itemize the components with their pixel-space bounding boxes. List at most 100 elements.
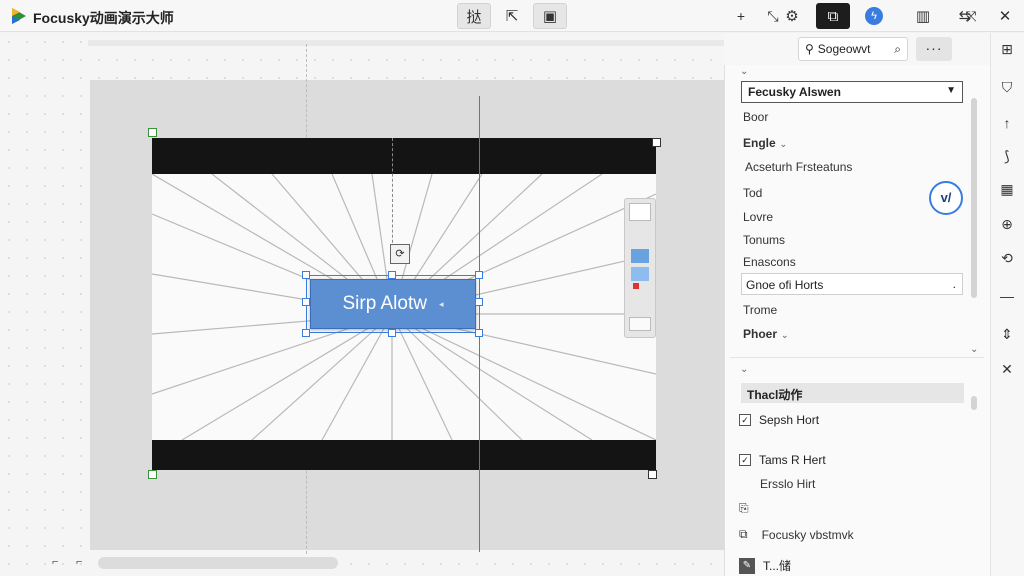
slide-corner-handle-bl[interactable] (148, 470, 157, 479)
lightning-button[interactable]: ϟ (857, 3, 891, 29)
close-icon: ✕ (998, 8, 1012, 25)
panel-field[interactable]: Gnoe ofi Horts . (741, 273, 963, 295)
resize-handle-tl[interactable] (302, 271, 310, 279)
vt-close-button[interactable]: ✕ (996, 358, 1018, 380)
icon-row-0[interactable]: ⎘ (739, 501, 763, 516)
icon-row-1[interactable]: ⧉ Focusky vbstmvk (739, 527, 854, 542)
field-dot: . (952, 277, 956, 291)
panel-scrollbar[interactable] (971, 98, 977, 298)
slide-bottom-bar (152, 440, 656, 470)
section-collapse-icon[interactable]: ⌄ (740, 364, 748, 375)
anchor-icon: 挞 (466, 8, 482, 26)
vt-rotate-button[interactable]: ⟲ (996, 247, 1018, 269)
arrow-icon: ⇱ (505, 8, 519, 25)
actions-section-header[interactable]: Thacl动作 (741, 383, 964, 403)
widget-bottom-box[interactable] (629, 317, 651, 331)
vt-line-button[interactable]: — (996, 285, 1018, 307)
vt-align-button[interactable]: ⇕ (996, 323, 1018, 345)
check-row-1[interactable]: ✓ Tams R Hert (739, 453, 826, 467)
scroll-right-icon[interactable]: ⌐ (76, 556, 82, 568)
panel-row-1[interactable]: Engle ⌄ (743, 136, 787, 150)
slide-corner-handle-tr[interactable] (652, 138, 661, 147)
preset-dropdown[interactable]: Fecusky Alswen ▼ (741, 81, 963, 103)
collapse-button[interactable]: ⤡ (762, 4, 784, 28)
checkbox[interactable]: ✓ (739, 414, 751, 426)
panel-row-5[interactable]: Tonums (743, 233, 785, 247)
user-icon: ⚲ (805, 42, 814, 56)
slide-side-widget[interactable] (624, 198, 656, 338)
add-button[interactable]: + (730, 4, 752, 28)
expand-button[interactable]: ⤧ (960, 4, 982, 28)
field-value: Gnoe ofi Horts (746, 278, 824, 292)
checkbox[interactable]: ✓ (739, 454, 751, 466)
panel-row-0[interactable]: Boor (743, 110, 768, 124)
close-window-button[interactable]: ✕ (988, 3, 1022, 29)
panel-row-6[interactable]: Enascons (743, 255, 796, 269)
widget-lightblue-swatch[interactable] (631, 267, 649, 281)
cta-mini-icon: ◂ (438, 298, 444, 309)
resize-handle-tr[interactable] (475, 271, 483, 279)
panel-row-8[interactable]: Phoer ⌄ (743, 327, 789, 341)
vt-curve-button[interactable]: ⟆ (996, 145, 1018, 167)
resize-handle-ml[interactable] (302, 298, 310, 306)
slide-corner-handle-br[interactable] (648, 470, 657, 479)
resize-handle-mr[interactable] (475, 298, 483, 306)
panel-scrollbar-2[interactable] (971, 396, 977, 410)
tb-tool-3-button[interactable]: ▣ (533, 3, 567, 29)
vt-add-button[interactable]: ⊕ (996, 213, 1018, 235)
app-logo-icon (12, 8, 26, 24)
caret-icon: ⌄ (779, 139, 788, 149)
vt-grid-button[interactable]: ⊞ (996, 38, 1018, 60)
vt-shield-button[interactable]: ⛉ (996, 76, 1018, 98)
slide-corner-handle-tl[interactable] (148, 128, 157, 137)
tb-tool-2-button[interactable]: ⇱ (495, 3, 529, 29)
panel-row-2[interactable]: Acseturh Frsteatuns (745, 160, 852, 174)
check-row-0[interactable]: ✓ Sepsh Hort (739, 413, 819, 427)
layers-icon[interactable]: ⧉ (739, 527, 748, 542)
guide-line-center (392, 138, 393, 258)
chart-button[interactable]: ▥ (906, 3, 940, 29)
vt-pattern-button[interactable]: ▦ (996, 178, 1018, 200)
slide-cta-button[interactable]: Sirp Alotw ◂ (310, 279, 476, 329)
chat-bubble-icon[interactable]: v/ (929, 181, 963, 215)
edit-icon[interactable]: ✎ (739, 557, 755, 574)
arrow-up-icon: ↑ (1003, 115, 1011, 131)
tb-tool-1-button[interactable]: 挞 (457, 3, 491, 29)
panel-row-3[interactable]: Tod (743, 186, 762, 200)
copy-icon[interactable]: ⎘ (739, 501, 749, 516)
resize-handle-bc[interactable] (388, 329, 396, 337)
panel-scroll-down-icon[interactable]: ⌄ (970, 344, 978, 355)
section-divider (730, 357, 984, 358)
expand-icon: ⤧ (965, 7, 977, 24)
search-icon[interactable]: ⌕ (894, 42, 901, 57)
panel-row-4[interactable]: Lovre (743, 210, 773, 224)
lightning-icon: ϟ (865, 7, 883, 25)
more-button[interactable]: ··· (916, 37, 952, 61)
close-icon: ✕ (1001, 360, 1013, 377)
horizontal-scrollbar[interactable] (98, 557, 338, 569)
rotate-handle-icon[interactable]: ⟳ (390, 244, 410, 264)
chart-icon: ▥ (915, 8, 931, 25)
line-icon: — (1000, 288, 1014, 304)
panel-row-7[interactable]: Trome (743, 303, 777, 317)
save-icon: ▣ (542, 8, 558, 25)
resize-handle-bl[interactable] (302, 329, 310, 337)
resize-handle-br[interactable] (475, 329, 483, 337)
search-field[interactable]: ⚲ Sogeowvt ⌕ (798, 37, 908, 61)
bottom-row[interactable]: ✎ T...储 (739, 557, 791, 574)
cta-label: Sirp Alotw (342, 293, 427, 314)
resize-handle-tc[interactable] (388, 271, 396, 279)
window-mode-button[interactable]: ⧉ (816, 3, 850, 29)
scroll-left-icon[interactable]: ⌐ (52, 556, 58, 568)
rotate-icon: ⟲ (1001, 249, 1013, 266)
widget-blue-swatch[interactable] (631, 249, 649, 263)
grid-icon: ⊞ (1001, 40, 1013, 57)
slide-top-bar (152, 138, 656, 174)
gear-icon: ⚙ (785, 8, 799, 25)
panel-plain-row[interactable]: Ersslo Hirt (760, 477, 815, 491)
vt-up-button[interactable]: ↑ (996, 112, 1018, 134)
section-collapse-top-icon[interactable]: ⌄ (740, 66, 748, 77)
align-icon: ⇕ (1001, 325, 1013, 342)
widget-box[interactable] (629, 203, 651, 221)
curve-icon: ⟆ (1004, 147, 1010, 164)
